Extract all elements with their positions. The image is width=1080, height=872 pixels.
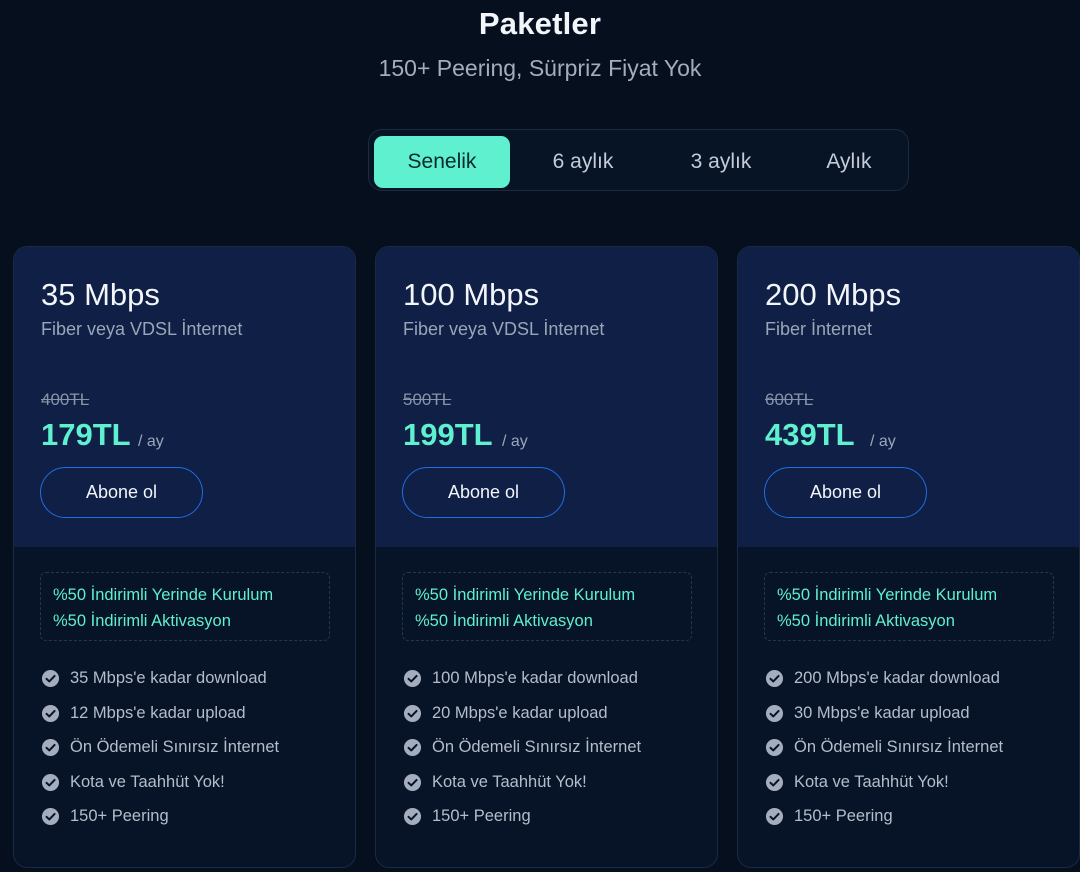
- plan-type: Fiber veya VDSL İnternet: [403, 319, 605, 339]
- feature-item: 200 Mbps'e kadar download: [765, 666, 1003, 701]
- feature-text: 100 Mbps'e kadar download: [432, 669, 638, 687]
- promo-activation: %50 İndirimli Aktivasyon: [777, 612, 955, 630]
- subscribe-button[interactable]: Abone ol: [402, 467, 565, 518]
- feature-text: 150+ Peering: [70, 807, 169, 826]
- promo-installation: %50 İndirimli Yerinde Kurulum: [777, 586, 998, 604]
- price: 179TL: [41, 417, 131, 452]
- promo-installation: %50 İndirimli Yerinde Kurulum: [415, 586, 636, 604]
- check-circle-icon: [765, 739, 784, 757]
- check-circle-icon: [41, 808, 60, 826]
- feature-item: 150+ Peering: [403, 804, 641, 839]
- feature-item: Ön Ödemeli Sınırsız İnternet: [403, 735, 641, 770]
- check-circle-icon: [765, 773, 784, 791]
- check-circle-icon: [765, 669, 784, 688]
- feature-item: Kota ve Taahhüt Yok!: [403, 770, 641, 805]
- feature-text: Kota ve Taahhüt Yok!: [70, 772, 225, 791]
- feature-list: 100 Mbps'e kadar download 20 Mbps'e kada…: [403, 666, 641, 839]
- feature-text: Kota ve Taahhüt Yok!: [794, 772, 949, 791]
- promo-installation: %50 İndirimli Yerinde Kurulum: [53, 586, 274, 604]
- feature-text: 150+ Peering: [432, 807, 531, 826]
- old-price: 600TL: [765, 390, 814, 409]
- feature-text: 12 Mbps'e kadar upload: [70, 703, 246, 722]
- promo-box: %50 İndirimli Yerinde Kurulum %50 İndiri…: [764, 572, 1054, 641]
- feature-item: 35 Mbps'e kadar download: [41, 666, 279, 701]
- check-circle-icon: [403, 669, 422, 688]
- plan-name: 200 Mbps: [765, 277, 902, 312]
- promo-activation: %50 İndirimli Aktivasyon: [53, 612, 231, 630]
- period-option-3-aylik[interactable]: 3 aylık: [654, 136, 788, 188]
- old-price: 500TL: [403, 390, 452, 409]
- check-circle-icon: [403, 704, 422, 722]
- promo-box: %50 İndirimli Yerinde Kurulum %50 İndiri…: [402, 572, 692, 641]
- page-title: Paketler: [478, 6, 602, 41]
- price-period: / ay: [502, 433, 528, 450]
- billing-period-toggle: Senelik 6 aylık 3 aylık Aylık: [368, 129, 909, 191]
- plan-name: 100 Mbps: [403, 277, 540, 312]
- page-subtitle: 150+ Peering, Sürpriz Fiyat Yok: [378, 55, 702, 81]
- feature-item: Kota ve Taahhüt Yok!: [41, 770, 279, 805]
- period-option-aylik[interactable]: Aylık: [788, 136, 910, 188]
- feature-list: 35 Mbps'e kadar download 12 Mbps'e kadar…: [41, 666, 279, 839]
- feature-item: 12 Mbps'e kadar upload: [41, 701, 279, 736]
- check-circle-icon: [765, 704, 784, 722]
- plan-type: Fiber veya VDSL İnternet: [41, 319, 243, 339]
- plan-card-header: 100 Mbps Fiber veya VDSL İnternet 500TL …: [376, 247, 717, 547]
- feature-item: Kota ve Taahhüt Yok!: [765, 770, 1003, 805]
- plan-name: 35 Mbps: [41, 277, 160, 312]
- feature-text: Ön Ödemeli Sınırsız İnternet: [70, 738, 280, 757]
- old-price: 400TL: [41, 390, 90, 409]
- feature-text: 150+ Peering: [794, 807, 893, 826]
- check-circle-icon: [41, 669, 60, 688]
- feature-text: 35 Mbps'e kadar download: [70, 669, 267, 687]
- subscribe-button[interactable]: Abone ol: [40, 467, 203, 518]
- check-circle-icon: [403, 808, 422, 826]
- feature-item: 30 Mbps'e kadar upload: [765, 701, 1003, 736]
- feature-item: 150+ Peering: [765, 804, 1003, 839]
- subscribe-button[interactable]: Abone ol: [764, 467, 927, 518]
- feature-item: 150+ Peering: [41, 804, 279, 839]
- plan-card: 100 Mbps Fiber veya VDSL İnternet 500TL …: [375, 246, 718, 868]
- feature-text: 30 Mbps'e kadar upload: [794, 703, 970, 722]
- check-circle-icon: [765, 808, 784, 826]
- feature-item: 20 Mbps'e kadar upload: [403, 701, 641, 736]
- feature-item: Ön Ödemeli Sınırsız İnternet: [41, 735, 279, 770]
- feature-text: Ön Ödemeli Sınırsız İnternet: [794, 738, 1004, 757]
- promo-activation: %50 İndirimli Aktivasyon: [415, 612, 593, 630]
- plan-card: 35 Mbps Fiber veya VDSL İnternet 400TL 1…: [13, 246, 356, 868]
- plan-type: Fiber İnternet: [765, 319, 873, 339]
- plan-card: 200 Mbps Fiber İnternet 600TL 439TL / ay…: [737, 246, 1080, 868]
- feature-text: Kota ve Taahhüt Yok!: [432, 772, 587, 791]
- feature-text: 20 Mbps'e kadar upload: [432, 703, 608, 722]
- plan-card-header: 200 Mbps Fiber İnternet 600TL 439TL / ay…: [738, 247, 1079, 547]
- plan-card-header: 35 Mbps Fiber veya VDSL İnternet 400TL 1…: [14, 247, 355, 547]
- period-option-senelik[interactable]: Senelik: [374, 136, 510, 188]
- check-circle-icon: [403, 739, 422, 757]
- feature-list: 200 Mbps'e kadar download 30 Mbps'e kada…: [765, 666, 1003, 839]
- feature-text: Ön Ödemeli Sınırsız İnternet: [432, 738, 642, 757]
- feature-item: 100 Mbps'e kadar download: [403, 666, 641, 701]
- check-circle-icon: [403, 773, 422, 791]
- promo-box: %50 İndirimli Yerinde Kurulum %50 İndiri…: [40, 572, 330, 641]
- check-circle-icon: [41, 773, 60, 791]
- price-period: / ay: [138, 433, 164, 450]
- check-circle-icon: [41, 739, 60, 757]
- feature-text: 200 Mbps'e kadar download: [794, 669, 1000, 687]
- price: 439TL: [765, 417, 855, 452]
- price: 199TL: [403, 417, 493, 452]
- period-option-6-aylik[interactable]: 6 aylık: [517, 136, 649, 188]
- feature-item: Ön Ödemeli Sınırsız İnternet: [765, 735, 1003, 770]
- check-circle-icon: [41, 704, 60, 722]
- price-period: / ay: [870, 433, 896, 450]
